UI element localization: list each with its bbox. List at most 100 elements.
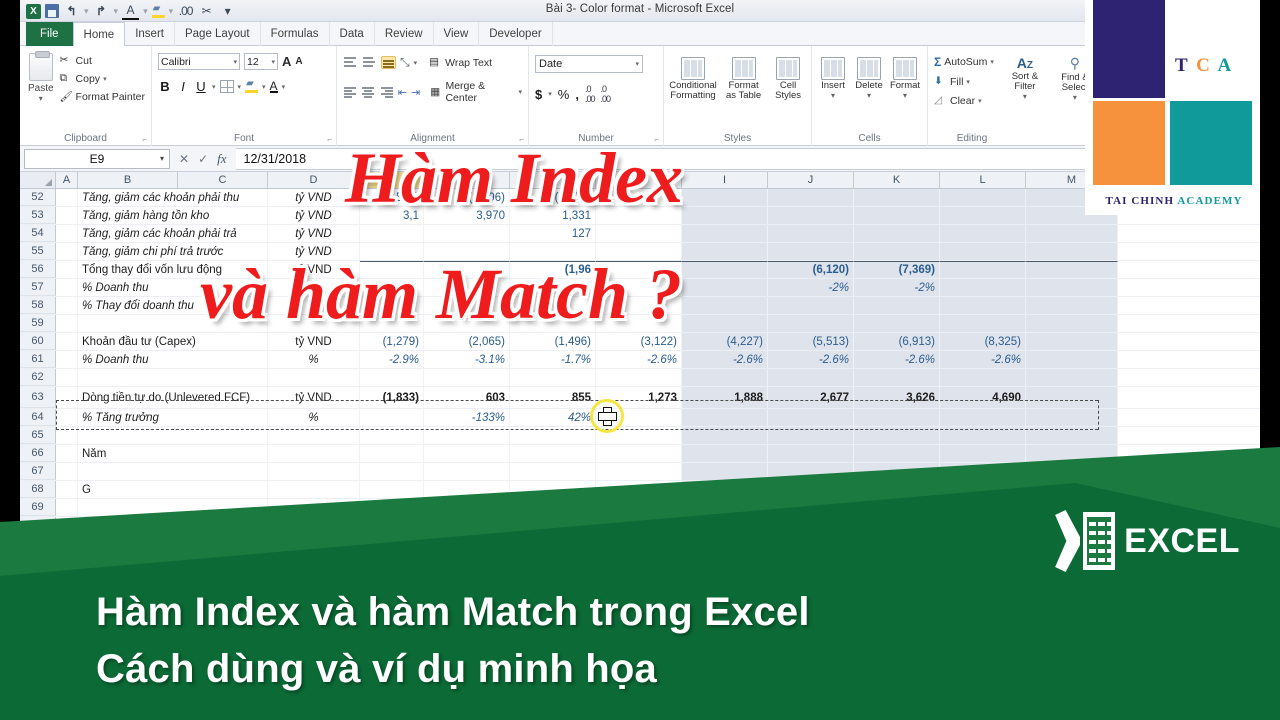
percent-format-button[interactable]: % <box>558 87 570 102</box>
grid-cell[interactable] <box>268 369 360 386</box>
chevron-down-icon[interactable]: ▾ <box>271 58 275 66</box>
chevron-down-icon[interactable]: ▾ <box>233 58 237 66</box>
table-row[interactable]: 62 <box>20 369 1260 387</box>
cut-button[interactable]: ✂ Cut <box>60 54 145 67</box>
chevron-down-icon[interactable]: ▾ <box>867 91 871 100</box>
grid-cell[interactable] <box>596 225 682 242</box>
grid-cell[interactable] <box>768 225 854 242</box>
select-all-corner[interactable] <box>20 172 56 188</box>
autosum-button[interactable]: Σ AutoSum ▾ <box>934 55 994 69</box>
insert-function-icon[interactable]: fx <box>217 151 226 167</box>
grid-cell[interactable] <box>854 297 940 314</box>
row-header[interactable]: 60 <box>20 333 56 350</box>
align-bottom-icon[interactable] <box>381 56 396 69</box>
grid-cell[interactable] <box>854 315 940 332</box>
grid-cell[interactable]: -2.9% <box>360 351 424 368</box>
grid-cell[interactable]: (7,369) <box>854 261 940 278</box>
chevron-down-icon[interactable]: ▾ <box>1073 93 1077 102</box>
grid-cell[interactable] <box>854 369 940 386</box>
grid-cell[interactable] <box>854 207 940 224</box>
tab-review[interactable]: Review <box>375 22 434 46</box>
cell-styles-button[interactable]: Cell Styles <box>771 57 805 101</box>
chevron-down-icon[interactable]: ▾ <box>414 59 418 67</box>
grid-cell[interactable]: tỷ VND <box>268 225 360 242</box>
grid-cell[interactable] <box>940 279 1026 296</box>
grid-cell[interactable]: 1,888 <box>682 387 768 408</box>
grid-cell[interactable] <box>360 369 424 386</box>
chevron-down-icon[interactable]: ▾ <box>212 83 216 91</box>
chevron-down-icon[interactable]: ▾ <box>262 83 266 91</box>
row-header[interactable]: 55 <box>20 243 56 260</box>
grid-cell[interactable]: 127 <box>510 225 596 242</box>
italic-button[interactable]: I <box>176 79 190 94</box>
row-header[interactable]: 58 <box>20 297 56 314</box>
grid-cell[interactable]: (1,496) <box>510 333 596 350</box>
chevron-down-icon[interactable]: ▾ <box>238 83 242 91</box>
grid-cell[interactable] <box>56 261 78 278</box>
row-header[interactable]: 61 <box>20 351 56 368</box>
col-header-I[interactable]: I <box>682 172 768 188</box>
grid-cell[interactable]: (8,325) <box>940 333 1026 350</box>
grid-cell[interactable]: (2,065) <box>424 333 510 350</box>
tab-insert[interactable]: Insert <box>125 22 175 46</box>
chevron-down-icon[interactable]: ▾ <box>990 58 994 66</box>
grid-cell[interactable] <box>1026 351 1118 368</box>
table-row[interactable]: 54 Tăng, giảm các khoản phải trả tỷ VND 127 <box>20 225 1260 243</box>
grow-font-button[interactable]: A <box>282 54 291 69</box>
grid-cell[interactable] <box>56 387 78 408</box>
grid-cell[interactable] <box>56 333 78 350</box>
grid-cell[interactable] <box>854 243 940 260</box>
grid-cell[interactable]: (6,913) <box>854 333 940 350</box>
tab-developer[interactable]: Developer <box>479 22 553 46</box>
tab-view[interactable]: View <box>434 22 480 46</box>
chevron-down-icon[interactable]: ▾ <box>282 83 286 91</box>
chevron-down-icon[interactable]: ▾ <box>39 94 43 103</box>
grid-cell[interactable]: -2% <box>854 279 940 296</box>
grid-cell[interactable]: -2% <box>768 279 854 296</box>
chevron-down-icon[interactable]: ▾ <box>160 154 164 163</box>
grid-cell[interactable] <box>78 369 268 386</box>
increase-decimal-icon[interactable]: .0.00 <box>585 84 595 104</box>
align-top-icon[interactable] <box>343 56 358 69</box>
row-header[interactable]: 62 <box>20 369 56 386</box>
row-header[interactable]: 56 <box>20 261 56 278</box>
grid-cell[interactable] <box>940 261 1026 278</box>
font-color-icon[interactable]: A <box>269 80 278 93</box>
col-header-C[interactable]: C <box>178 172 268 188</box>
copy-button[interactable]: ⧉ Copy ▾ <box>60 72 145 85</box>
grid-cell[interactable]: tỷ VND <box>268 333 360 350</box>
grid-cell[interactable] <box>940 189 1026 206</box>
grid-cell[interactable] <box>424 369 510 386</box>
grid-cell[interactable]: (1,279) <box>360 333 424 350</box>
grid-cell[interactable] <box>1026 333 1118 350</box>
name-box[interactable]: E9 ▾ <box>24 148 170 169</box>
grid-cell[interactable]: Khoản đầu tư (Capex) <box>78 333 268 350</box>
grid-cell[interactable]: Tăng, giảm các khoản phải thu <box>78 189 268 206</box>
col-header-B[interactable]: B <box>78 172 178 188</box>
col-header-J[interactable]: J <box>768 172 854 188</box>
grid-cell[interactable] <box>360 225 424 242</box>
insert-cells-button[interactable]: Insert ▾ <box>818 57 848 100</box>
grid-cell[interactable]: -2.6% <box>682 351 768 368</box>
grid-cell[interactable]: -2.6% <box>854 351 940 368</box>
clear-button[interactable]: ◿ Clear ▾ <box>934 94 994 107</box>
col-header-L[interactable]: L <box>940 172 1026 188</box>
grid-cell[interactable]: (1,833) <box>360 387 424 408</box>
grid-cell[interactable] <box>1026 225 1118 242</box>
tab-data[interactable]: Data <box>330 22 375 46</box>
grid-cell[interactable] <box>682 225 768 242</box>
grid-cell[interactable] <box>768 297 854 314</box>
chevron-down-icon[interactable]: ▾ <box>903 91 907 100</box>
format-as-table-button[interactable]: Format as Table <box>724 57 763 101</box>
grid-cell[interactable] <box>682 297 768 314</box>
grid-cell[interactable] <box>682 207 768 224</box>
grid-cell[interactable] <box>682 261 768 278</box>
grid-cell[interactable] <box>940 369 1026 386</box>
sort-filter-button[interactable]: AZ Sort & Filter ▾ <box>1004 55 1046 107</box>
chevron-down-icon[interactable]: ▾ <box>978 97 982 105</box>
grid-cell[interactable]: -3.1% <box>424 351 510 368</box>
table-row[interactable]: 61% Doanh thu% -2.9% -3.1% -1.7% -2.6% -2.6% -… <box>20 351 1260 369</box>
grid-cell[interactable] <box>1026 279 1118 296</box>
grid-cell[interactable] <box>854 225 940 242</box>
grid-cell[interactable] <box>768 189 854 206</box>
